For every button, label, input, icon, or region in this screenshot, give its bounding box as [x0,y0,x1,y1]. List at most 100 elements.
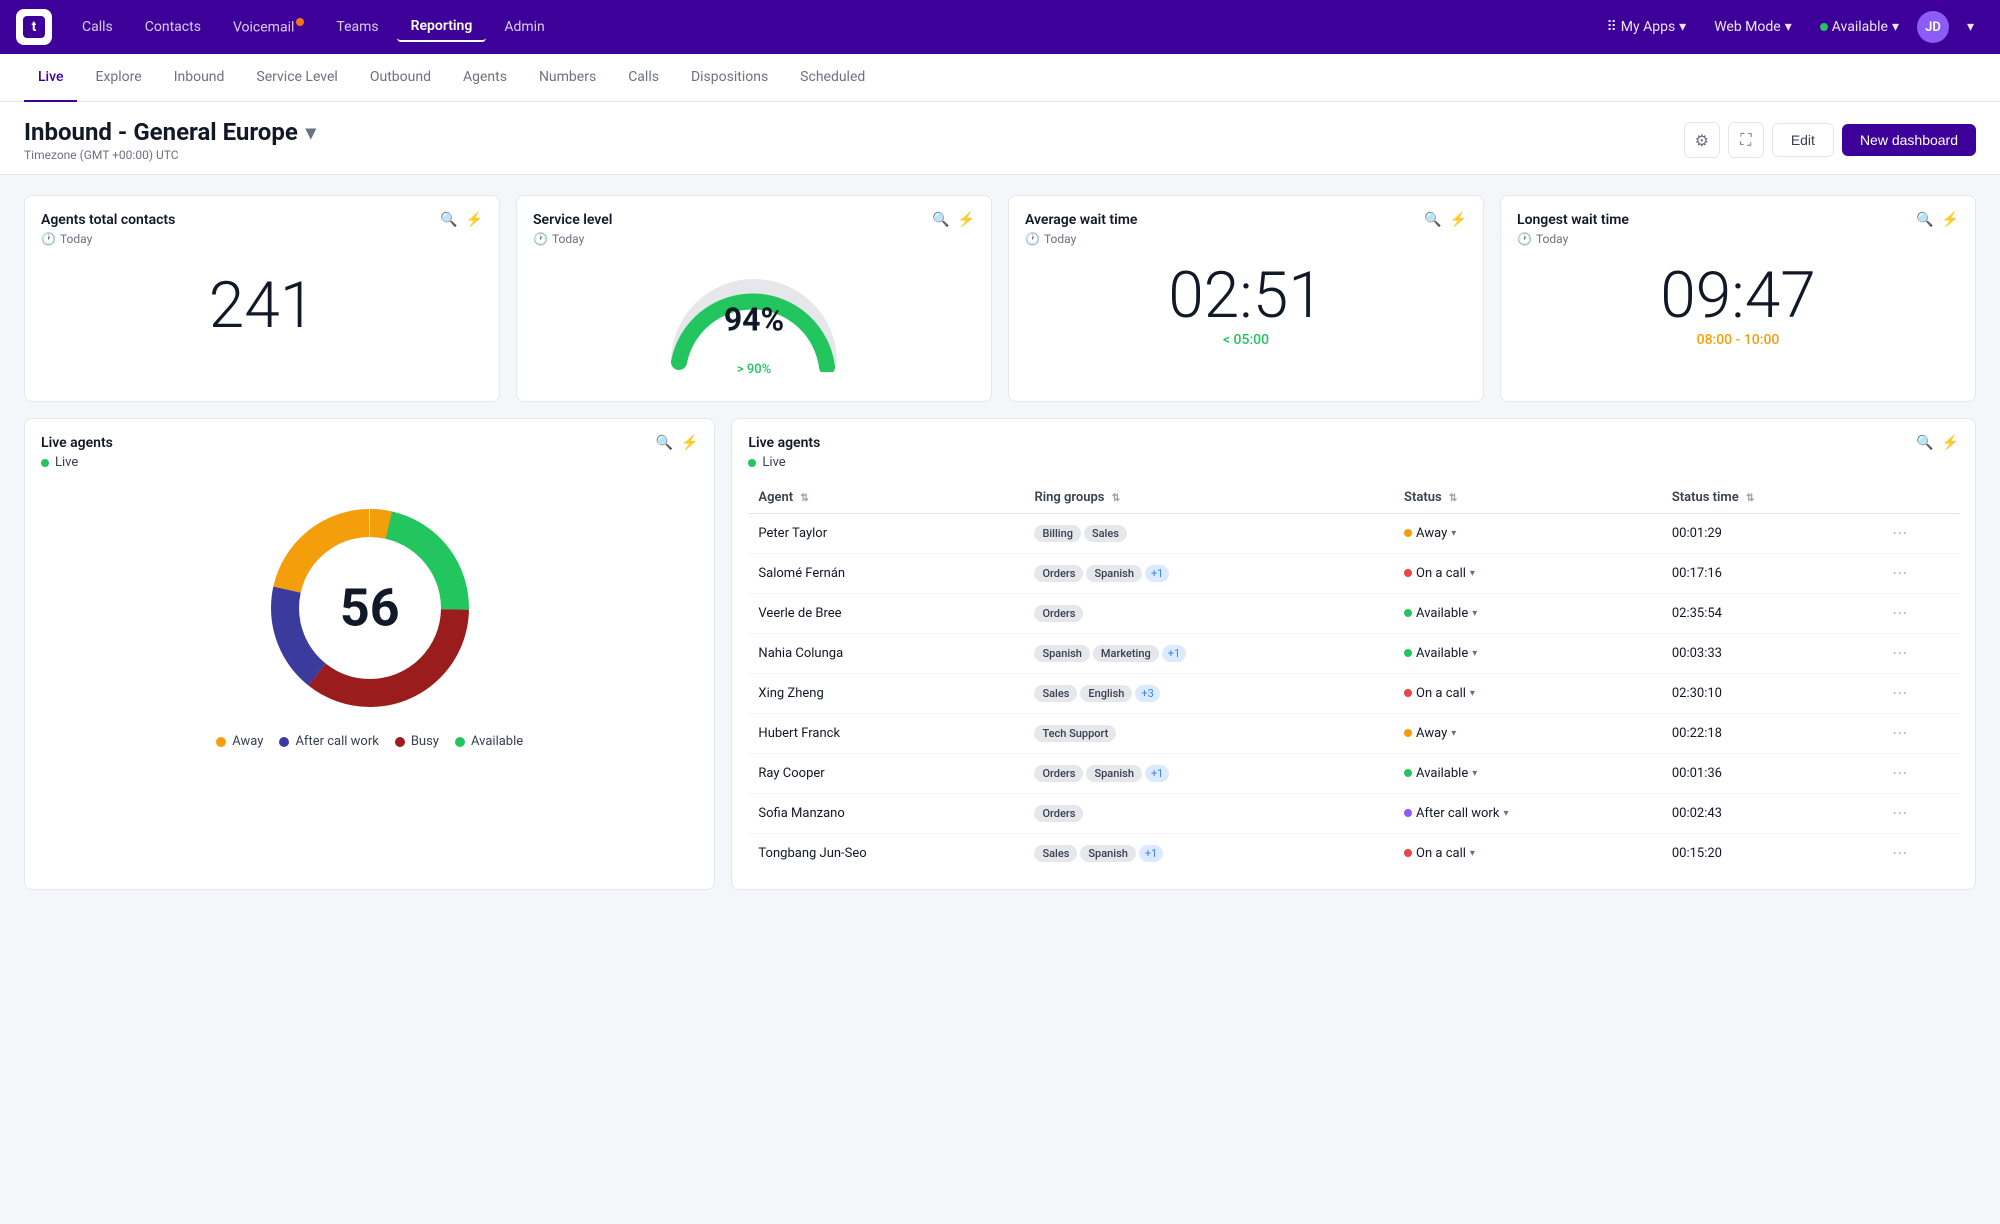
nav-reporting[interactable]: Reporting [397,12,487,42]
title-dropdown-icon[interactable]: ▾ [306,120,316,144]
settings-button[interactable]: ⚙ [1684,122,1720,158]
live-agents-table-search-icon[interactable]: 🔍 [1916,435,1933,451]
live-agents-chart-search-icon[interactable]: 🔍 [656,435,673,451]
row-more-button[interactable]: ··· [1892,844,1908,863]
user-avatar[interactable]: JD [1917,11,1949,43]
live-agents-chart-filter-icon[interactable]: ⚡ [681,435,698,451]
subnav-numbers[interactable]: Numbers [525,54,610,102]
status-time-cell: 00:15:20 [1662,834,1883,874]
table-row: Tongbang Jun-SeoSalesSpanish+1On a call … [748,834,1959,874]
subnav-dispositions[interactable]: Dispositions [677,54,782,102]
longest-wait-filter-icon[interactable]: ⚡ [1942,212,1959,228]
legend-busy: Busy [395,734,439,749]
agents-total-filter-icon[interactable]: ⚡ [466,212,483,228]
status-chevron-icon[interactable]: ▾ [1472,648,1477,659]
status-chevron-icon[interactable]: ▾ [1470,568,1475,579]
subnav-service-level[interactable]: Service Level [242,54,351,102]
ring-group-tag: Spanish [1086,565,1141,582]
away-legend-dot [216,737,226,747]
status-dot [1404,729,1412,737]
live-agents-table-filter-icon[interactable]: ⚡ [1942,435,1959,451]
fullscreen-button[interactable]: ⛶ [1728,122,1764,158]
row-actions-cell: ··· [1882,514,1959,554]
status-chevron-icon[interactable]: ▾ [1470,848,1475,859]
avg-wait-value: 02:51 [1025,254,1467,332]
longest-wait-threshold: 08:00 - 10:00 [1517,332,1959,348]
ring-groups-sort-icon[interactable]: ⇅ [1112,493,1120,504]
status-chevron-icon[interactable]: ▾ [1470,688,1475,699]
subnav-live[interactable]: Live [24,54,77,102]
ring-group-extra-tag: +1 [1145,565,1169,582]
live-agents-chart-actions: 🔍 ⚡ [656,435,699,451]
new-dashboard-button[interactable]: New dashboard [1842,124,1976,156]
status-text: Available [1416,646,1468,661]
status-chevron-icon[interactable]: ▾ [1472,608,1477,619]
voicemail-notification-dot [296,18,304,26]
ring-group-tag: Sales [1034,685,1077,702]
status-dot [1404,849,1412,857]
longest-wait-header: Longest wait time 🔍 ⚡ [1517,212,1959,228]
nav-contacts[interactable]: Contacts [131,13,215,41]
row-more-button[interactable]: ··· [1892,644,1908,663]
ring-group-extra-tag: +1 [1139,845,1163,862]
agent-name: Hubert Franck [748,714,1024,754]
avg-wait-search-icon[interactable]: 🔍 [1424,212,1441,228]
row-actions-cell: ··· [1882,754,1959,794]
avg-wait-header: Average wait time 🔍 ⚡ [1025,212,1467,228]
avatar-chevron[interactable]: ▾ [1957,13,1984,41]
legend-available: Available [455,734,523,749]
status-chevron-icon[interactable]: ▾ [1451,528,1456,539]
nav-admin[interactable]: Admin [490,13,558,41]
service-level-search-icon[interactable]: 🔍 [932,212,949,228]
subnav-calls[interactable]: Calls [614,54,673,102]
row-more-button[interactable]: ··· [1892,684,1908,703]
status-cell: Available ▾ [1394,634,1662,674]
nav-voicemail[interactable]: Voicemail [219,12,318,42]
service-level-filter-icon[interactable]: ⚡ [958,212,975,228]
live-agents-chart-header: Live agents 🔍 ⚡ [41,435,698,451]
status-time-sort-icon[interactable]: ⇅ [1746,493,1754,504]
subnav-explore[interactable]: Explore [81,54,155,102]
app-logo[interactable]: t [16,9,52,45]
ring-group-tag: English [1080,685,1132,702]
ring-group-tag: Spanish [1080,845,1135,862]
status-chevron-icon[interactable]: ▾ [1503,808,1508,819]
ring-groups-cell: Tech Support [1024,714,1394,754]
agent-sort-icon[interactable]: ⇅ [800,493,808,504]
row-more-button[interactable]: ··· [1892,524,1908,543]
longest-wait-widget: Longest wait time 🔍 ⚡ 🕐 Today 09:47 08:0… [1500,195,1976,402]
avg-wait-title: Average wait time [1025,212,1137,228]
clock-icon-4: 🕐 [1517,232,1532,246]
edit-button[interactable]: Edit [1772,123,1834,157]
live-agents-chart-widget: Live agents 🔍 ⚡ Live [24,418,715,890]
row-more-button[interactable]: ··· [1892,764,1908,783]
row-more-button[interactable]: ··· [1892,804,1908,823]
grid-icon-btn[interactable]: ⠿ My Apps ▾ [1597,13,1697,41]
longest-wait-search-icon[interactable]: 🔍 [1916,212,1933,228]
subnav-inbound[interactable]: Inbound [160,54,239,102]
nav-teams[interactable]: Teams [322,13,392,41]
status-sort-icon[interactable]: ⇅ [1449,493,1457,504]
agents-table-body: Peter TaylorBillingSalesAway ▾00:01:29··… [748,514,1959,874]
nav-calls[interactable]: Calls [68,13,127,41]
subnav-agents[interactable]: Agents [449,54,521,102]
longest-wait-actions: 🔍 ⚡ [1916,212,1959,228]
gear-icon: ⚙ [1695,131,1709,150]
row-more-button[interactable]: ··· [1892,564,1908,583]
status-chevron-icon[interactable]: ▾ [1472,768,1477,779]
status-text: Available [1416,606,1468,621]
row-more-button[interactable]: ··· [1892,604,1908,623]
live-dot-table [748,459,756,467]
subnav-outbound[interactable]: Outbound [356,54,445,102]
donut-legend: Away After call work Busy Available [216,734,523,749]
status-chevron-icon[interactable]: ▾ [1451,728,1456,739]
col-ring-groups: Ring groups ⇅ [1024,482,1394,514]
subnav-scheduled[interactable]: Scheduled [786,54,879,102]
timezone-label: Timezone (GMT +00:00) UTC [24,148,316,162]
web-mode-btn[interactable]: Web Mode ▾ [1704,13,1802,41]
ring-group-tag: Sales [1034,845,1077,862]
row-more-button[interactable]: ··· [1892,724,1908,743]
avg-wait-filter-icon[interactable]: ⚡ [1450,212,1467,228]
availability-btn[interactable]: Available ▾ [1810,13,1909,41]
agents-total-search-icon[interactable]: 🔍 [440,212,457,228]
